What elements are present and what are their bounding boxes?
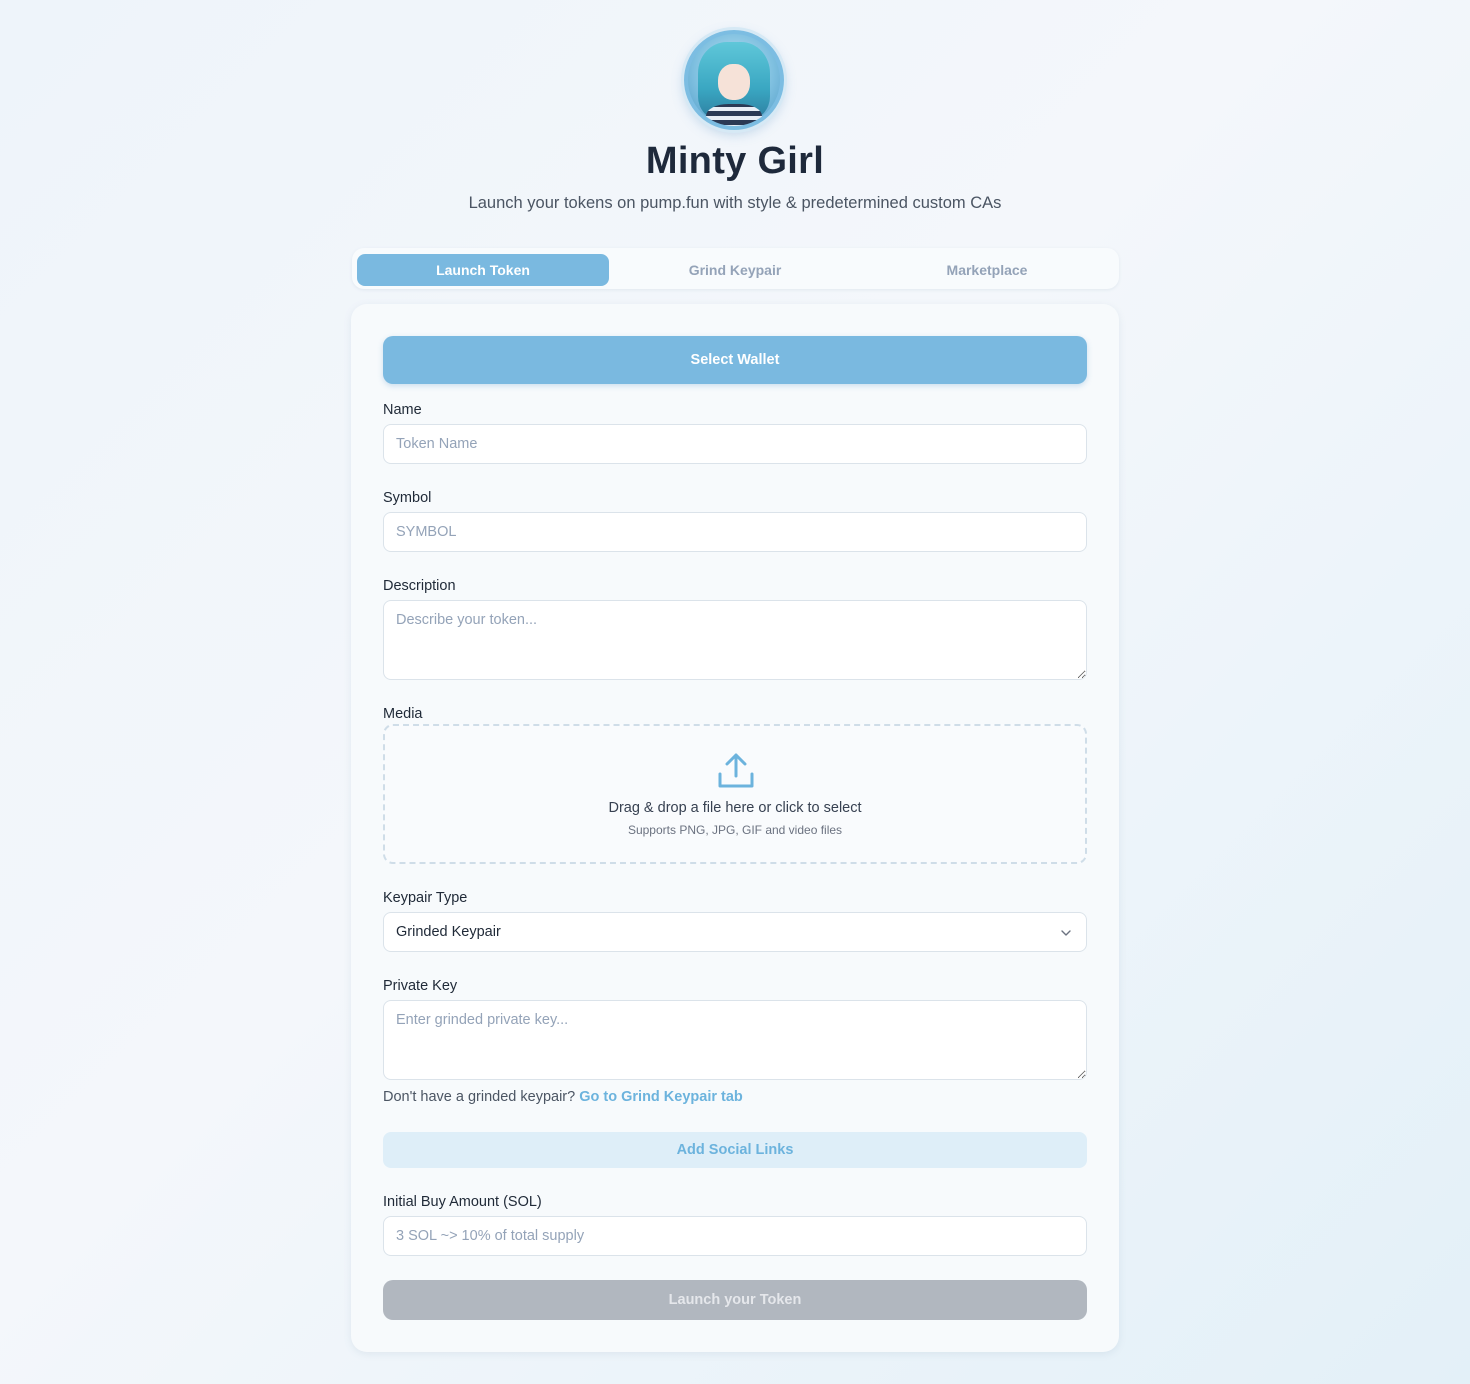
keypair-type-select[interactable]: Grinded Keypair: [383, 912, 1087, 952]
select-wallet-button[interactable]: Select Wallet: [383, 336, 1087, 384]
tab-launch-token[interactable]: Launch Token: [357, 254, 609, 286]
page-subtitle: Launch your tokens on pump.fun with styl…: [468, 194, 1002, 212]
dropzone-text: Drag & drop a file here or click to sele…: [608, 800, 862, 816]
chevron-down-icon: [1061, 930, 1071, 936]
symbol-label: Symbol: [383, 490, 432, 506]
private-key-label: Private Key: [383, 978, 458, 994]
page-title: Minty Girl: [645, 140, 825, 182]
avatar-face: [718, 64, 750, 100]
add-social-links-button[interactable]: Add Social Links: [383, 1132, 1087, 1168]
description-textarea[interactable]: [383, 600, 1087, 680]
tab-bar: Launch Token Grind Keypair Marketplace: [352, 248, 1119, 289]
dropzone-support-text: Supports PNG, JPG, GIF and video files: [627, 823, 843, 837]
upload-icon: [718, 753, 754, 788]
launch-token-button[interactable]: Launch your Token: [383, 1280, 1087, 1320]
keypair-type-value: Grinded Keypair: [396, 924, 501, 940]
media-dropzone[interactable]: Drag & drop a file here or click to sele…: [383, 724, 1087, 864]
tab-marketplace[interactable]: Marketplace: [861, 254, 1113, 286]
go-to-grind-keypair-link[interactable]: Go to Grind Keypair tab: [579, 1089, 743, 1105]
token-symbol-input[interactable]: [383, 512, 1087, 552]
avatar: [684, 30, 784, 130]
avatar-shirt: [706, 104, 762, 126]
description-label: Description: [383, 578, 456, 594]
hint-text: Don't have a grinded keypair?: [383, 1089, 576, 1105]
initial-buy-label: Initial Buy Amount (SOL): [383, 1194, 542, 1210]
token-name-input[interactable]: [383, 424, 1087, 464]
tab-grind-keypair[interactable]: Grind Keypair: [609, 254, 861, 286]
initial-buy-input[interactable]: [383, 1216, 1087, 1256]
media-label: Media: [383, 706, 423, 722]
name-label: Name: [383, 402, 422, 418]
keypair-type-label: Keypair Type: [383, 890, 468, 906]
grind-keypair-hint: Don't have a grinded keypair? Go to Grin…: [383, 1089, 743, 1105]
private-key-textarea[interactable]: [383, 1000, 1087, 1080]
